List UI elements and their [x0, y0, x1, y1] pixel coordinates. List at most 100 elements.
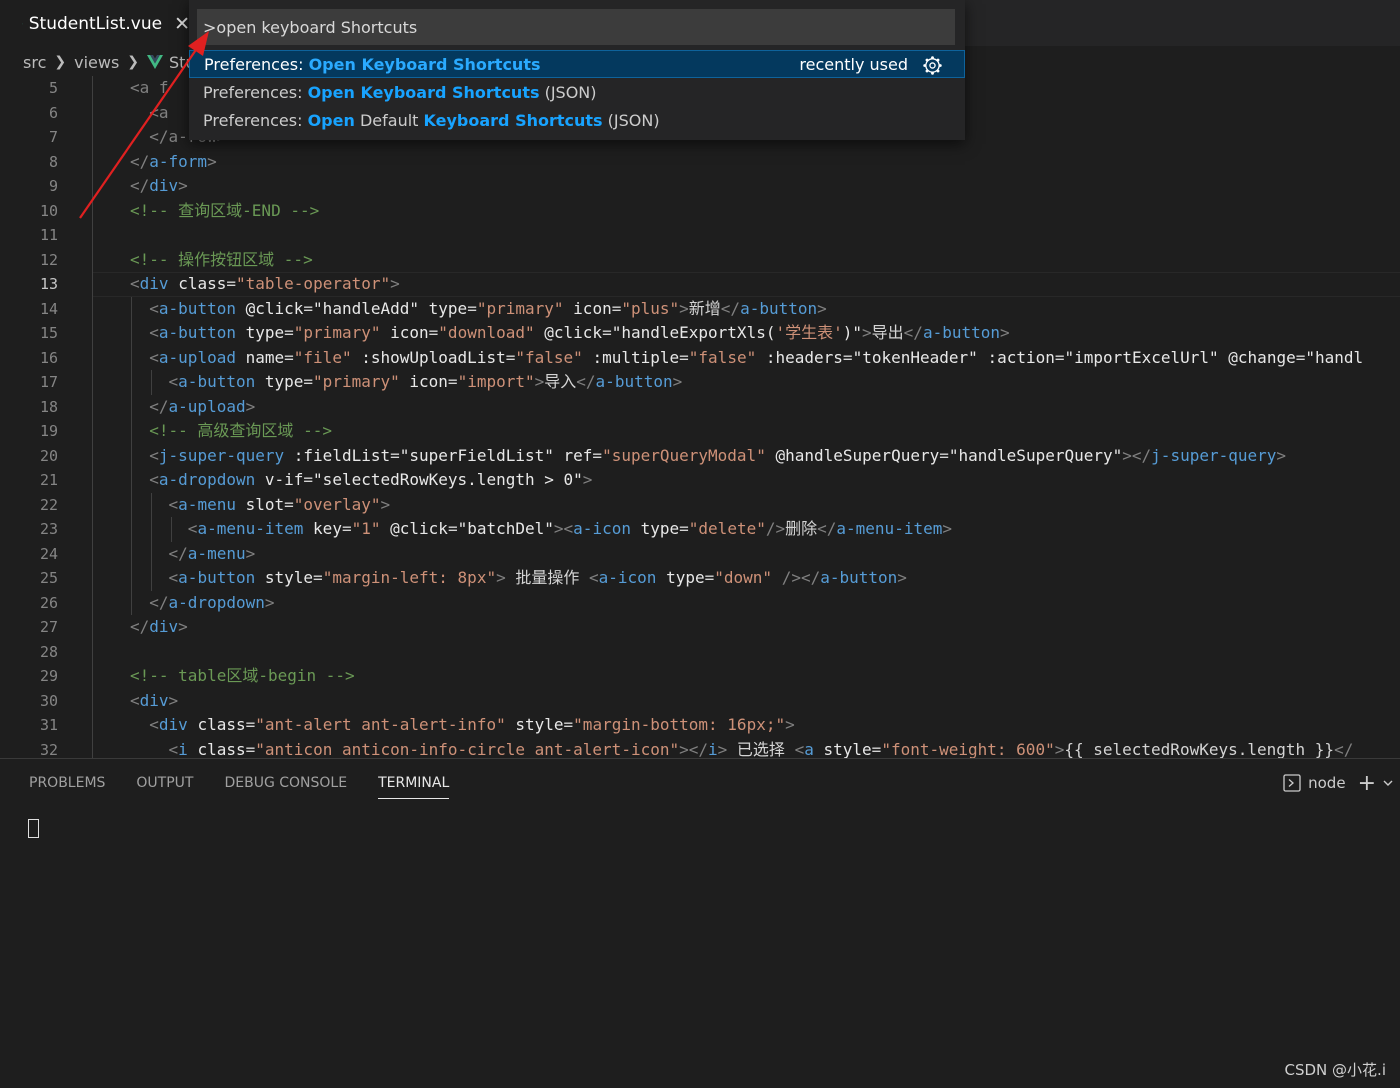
code-token: ref	[564, 446, 593, 465]
code-line[interactable]: <div class="table-operator">	[130, 272, 400, 297]
command-palette-input[interactable]	[197, 9, 955, 45]
code-token: >	[583, 470, 593, 489]
code-token: "1"	[352, 519, 381, 538]
code-token	[352, 348, 362, 367]
code-token: "import"	[458, 372, 535, 391]
code-token: div	[149, 617, 178, 636]
terminal-selector[interactable]: node	[1308, 774, 1345, 792]
code-token	[535, 323, 545, 342]
code-line[interactable]: </a-dropdown>	[130, 591, 275, 616]
code-token: class	[197, 740, 245, 759]
line-number: 11	[0, 223, 58, 248]
close-icon[interactable]: ✕	[174, 13, 190, 35]
code-token	[506, 715, 516, 734]
code-token: "overlay"	[294, 495, 381, 514]
line-number: 22	[0, 493, 58, 518]
code-token: icon	[409, 372, 448, 391]
command-text: (JSON)	[540, 83, 597, 102]
code-token: a-button	[596, 372, 673, 391]
code-token	[381, 519, 391, 538]
code-token: =	[872, 740, 882, 759]
code-line[interactable]: <!-- 高级查询区域 -->	[130, 419, 332, 444]
code-line[interactable]: <!-- 操作按钮区域 -->	[130, 248, 313, 273]
code-token: a-button	[159, 299, 236, 318]
terminal-icon[interactable]	[1283, 774, 1301, 792]
code-token: :multiple	[592, 348, 679, 367]
tab-debug-console[interactable]: DEBUG CONSOLE	[224, 775, 347, 791]
code-line[interactable]: <a	[130, 101, 169, 126]
code-line[interactable]: <a f	[130, 76, 169, 101]
code-token: a-button	[740, 299, 817, 318]
line-number: 13	[0, 272, 58, 297]
breadcrumb-item-views[interactable]: views	[74, 53, 119, 72]
code-line[interactable]: </div>	[130, 615, 188, 640]
code-token: <	[795, 740, 805, 759]
match-highlight: Open Keyboard Shortcuts	[309, 55, 541, 74]
line-number: 32	[0, 738, 58, 759]
code-token: <	[130, 348, 159, 367]
plus-icon[interactable]: +	[1358, 771, 1376, 796]
command-palette-item[interactable]: Preferences: Open Keyboard Shortcuts (JS…	[189, 78, 965, 106]
code-token: >	[390, 274, 400, 293]
code-token: a-icon	[599, 568, 657, 587]
code-token: a-icon	[573, 519, 631, 538]
code-editor[interactable]: 5678910111213141516171819202122232425262…	[0, 76, 1400, 758]
code-line[interactable]: <a-button type="primary" icon="import">导…	[130, 370, 682, 395]
breadcrumb-item-src[interactable]: src	[23, 53, 46, 72]
code-line[interactable]: <a-menu slot="overlay">	[130, 493, 390, 518]
code-token: <	[130, 372, 178, 391]
code-line[interactable]: <j-super-query :fieldList="superFieldLis…	[130, 444, 1286, 469]
code-token	[188, 740, 198, 759]
code-token: :headers	[766, 348, 843, 367]
code-token: >	[169, 691, 179, 710]
line-number: 7	[0, 125, 58, 150]
code-line[interactable]: <div>	[130, 689, 178, 714]
code-token: "table-operator"	[236, 274, 390, 293]
code-token	[236, 495, 246, 514]
code-token	[583, 348, 593, 367]
code-token: <	[130, 691, 140, 710]
code-line[interactable]: <a-upload name="file" :showUploadList="f…	[130, 346, 1363, 371]
code-line[interactable]: <i class="anticon anticon-info-circle an…	[130, 738, 1353, 759]
code-token: =	[592, 446, 602, 465]
code-token: @click	[390, 519, 448, 538]
tab-problems[interactable]: PROBLEMS	[29, 775, 105, 791]
code-token: =	[284, 323, 294, 342]
code-token	[236, 348, 246, 367]
code-line[interactable]: <a-button type="primary" icon="download"…	[130, 321, 1010, 346]
code-token: =	[1296, 348, 1306, 367]
editor-tab-studentlist[interactable]: StudentList.vue ✕	[0, 0, 190, 48]
tab-output[interactable]: OUTPUT	[136, 775, 193, 791]
code-line[interactable]: <div class="ant-alert ant-alert-info" st…	[130, 713, 795, 738]
code-token: 批量操作	[506, 568, 589, 587]
code-line[interactable]: <!-- table区域-begin -->	[130, 664, 355, 689]
code-token: a-menu	[178, 495, 236, 514]
chevron-right-icon: ❯	[127, 54, 139, 70]
tab-terminal[interactable]: TERMINAL	[378, 775, 449, 791]
code-token: "handleSuperQuery"	[949, 446, 1122, 465]
code-token: >	[817, 299, 827, 318]
command-palette-item[interactable]: Preferences: Open Default Keyboard Short…	[189, 106, 965, 134]
code-token: >	[862, 323, 872, 342]
code-line[interactable]: </a-menu>	[130, 542, 255, 567]
line-number: 5	[0, 76, 58, 101]
code-line[interactable]: <a-button @click="handleAdd" type="prima…	[130, 297, 827, 322]
command-palette-item[interactable]: Preferences: Open Keyboard Shortcutsrece…	[189, 50, 965, 78]
code-line[interactable]: </a-form>	[130, 150, 217, 175]
code-line[interactable]: </div>	[130, 174, 188, 199]
code-line[interactable]: </a-upload>	[130, 395, 255, 420]
gear-icon[interactable]	[923, 56, 942, 75]
code-line[interactable]: <a-menu-item key="1" @click="batchDel"><…	[130, 517, 952, 542]
code-token: "importExcelUrl"	[1065, 348, 1219, 367]
code-token: j-super-query	[1151, 446, 1276, 465]
code-token: =	[313, 568, 323, 587]
code-line[interactable]: <!-- 查询区域-END -->	[130, 199, 319, 224]
chevron-down-icon[interactable]	[1382, 777, 1394, 789]
code-line[interactable]: <a-button style="margin-left: 8px"> 批量操作…	[130, 566, 907, 591]
code-area[interactable]: <a f <a </a-row></a-form></div><!-- 查询区域…	[92, 76, 1400, 758]
code-token: <	[130, 470, 159, 489]
code-token: <a	[130, 103, 169, 122]
code-token: >	[942, 519, 952, 538]
code-token: "primary"	[313, 372, 400, 391]
code-line[interactable]: <a-dropdown v-if="selectedRowKeys.length…	[130, 468, 592, 493]
